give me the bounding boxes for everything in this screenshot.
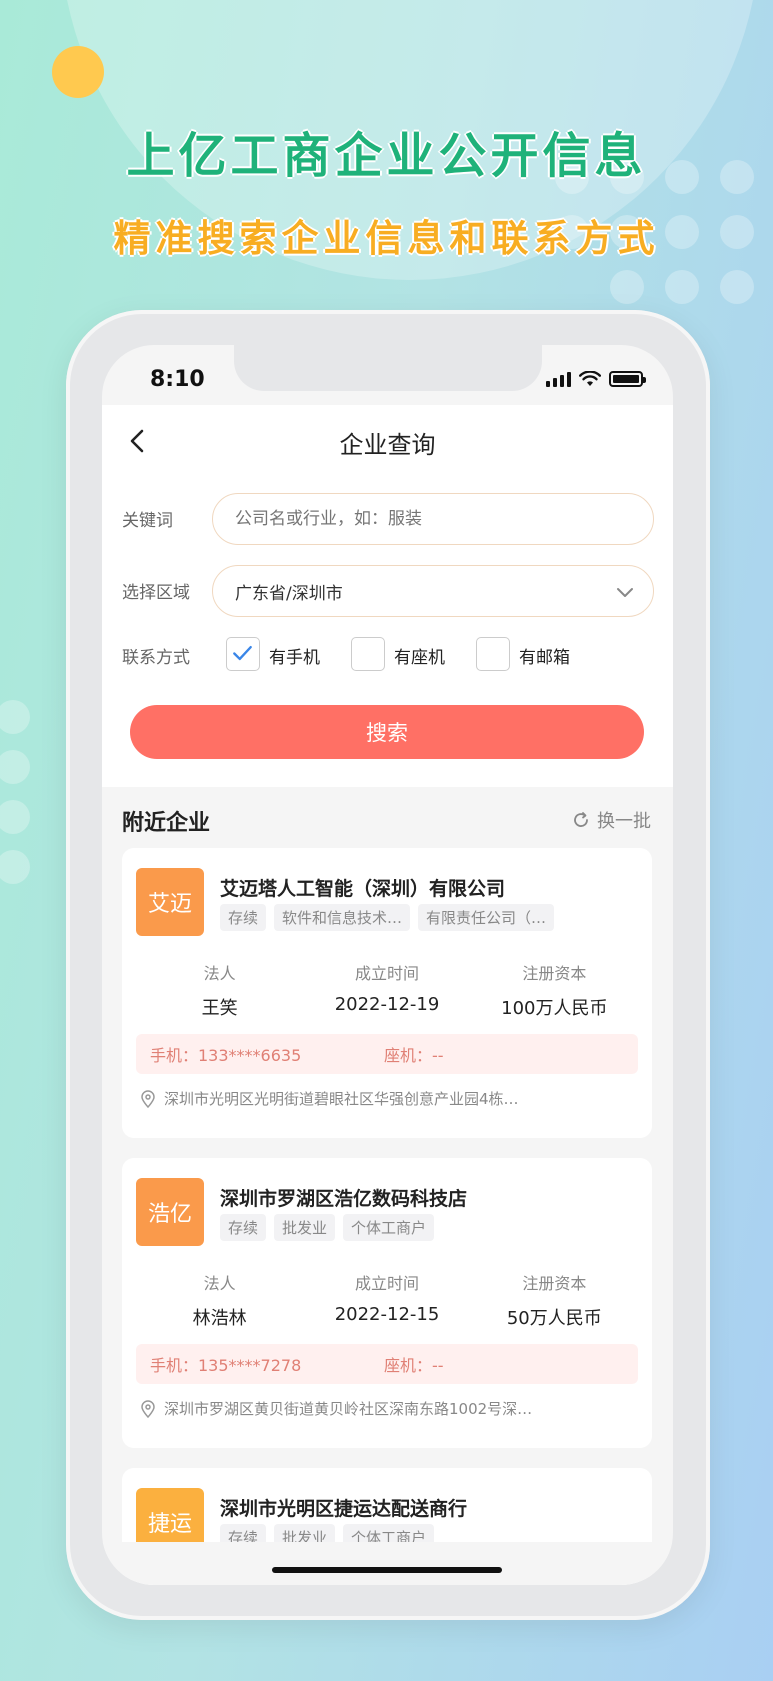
decorative-dot [52,46,104,98]
address-text: 深圳市罗湖区黄贝街道黄贝岭社区深南东路1002号深… [164,1400,533,1418]
company-tag: 有限责任公司（… [418,904,555,931]
checkbox-email[interactable] [476,637,510,671]
option-mobile-label: 有手机 [269,648,320,668]
stat-label: 法人 [203,964,236,983]
company-tag: 存续 [220,904,267,931]
chevron-down-icon [617,588,633,597]
company-card[interactable]: 艾迈 艾迈塔人工智能（深圳）有限公司 存续 软件和信息技术… 有限责任公司（… … [122,848,652,1138]
landline-number: 座机：-- [384,1356,444,1375]
keyword-input[interactable] [212,493,654,545]
section-title: 附近企业 [122,811,211,836]
stat-capital: 注册资本 50万人民币 [471,1270,638,1330]
keyword-label: 关键词 [122,511,173,531]
phone-number[interactable]: 手机：135****7278 [150,1352,301,1376]
company-stats: 法人 王笑 成立时间 2022-12-19 注册资本 100万人民币 [136,960,638,1020]
stat-label: 成立时间 [354,964,419,983]
address-text: 深圳市光明区光明街道碧眼社区华强创意产业园4栋… [164,1090,519,1108]
option-email-label: 有邮箱 [519,648,570,668]
location-pin-icon [141,1089,155,1108]
company-name: 深圳市罗湖区浩亿数码科技店 [220,1188,468,1210]
region-label: 选择区域 [122,583,190,603]
bottom-safe-area [102,1542,673,1585]
company-tags: 存续 软件和信息技术… 有限责任公司（… [220,904,555,931]
company-tags: 存续 批发业 个体工商户 [220,1214,435,1241]
company-avatar: 艾迈 [136,868,204,936]
nav-bar: 企业查询 [102,405,673,477]
company-tag: 个体工商户 [343,1214,435,1241]
refresh-button[interactable]: 换一批 [571,807,651,833]
company-address: 深圳市罗湖区黄贝街道黄贝岭社区深南东路1002号深… [140,1398,532,1419]
landline-number: 座机：-- [384,1046,444,1065]
stat-value: 林浩林 [192,1308,247,1329]
decorative-dots-left [0,690,60,910]
company-stats: 法人 林浩林 成立时间 2022-12-15 注册资本 50万人民币 [136,1270,638,1330]
phone-notch [234,345,542,391]
contact-bar: 手机：135****7278 座机：-- [136,1344,638,1384]
company-tag: 软件和信息技术… [274,904,411,931]
region-select[interactable]: 广东省/深圳市 [212,565,654,617]
region-value: 广东省/深圳市 [235,583,343,604]
stat-value: 2022-12-15 [334,1304,440,1325]
stat-value: 100万人民币 [501,998,608,1019]
company-tag: 批发业 [274,1214,336,1241]
checkbox-landline[interactable] [351,637,385,671]
stat-value: 50万人民币 [506,1308,602,1329]
battery-icon [609,371,646,387]
wifi-icon [579,371,601,386]
status-icons [546,371,646,387]
company-name: 深圳市光明区捷运达配送商行 [220,1498,468,1520]
phone-screen: 8:10 企业查询 关键词 选择区域 广东省/深圳市 联系方式 [102,345,673,1585]
stat-legal: 法人 王笑 [136,960,303,1020]
stat-legal: 法人 林浩林 [136,1270,303,1330]
checkbox-mobile[interactable] [226,637,260,671]
page-title: 企业查询 [339,431,436,459]
status-time: 8:10 [150,367,205,392]
location-pin-icon [141,1399,155,1418]
company-card[interactable]: 浩亿 深圳市罗湖区浩亿数码科技店 存续 批发业 个体工商户 法人 林浩林 成立时… [122,1158,652,1448]
refresh-label: 换一批 [597,811,651,832]
check-icon [233,645,252,661]
contact-label: 联系方式 [122,648,190,668]
stat-label: 法人 [203,1274,236,1293]
stat-date: 成立时间 2022-12-15 [303,1270,470,1330]
hero-title: 上亿工商企业公开信息 [126,128,647,184]
company-tag: 存续 [220,1214,267,1241]
search-form: 关键词 选择区域 广东省/深圳市 联系方式 有手机 有座机 有邮箱 搜索 [102,477,673,787]
phone-number[interactable]: 手机：133****6635 [150,1042,301,1066]
refresh-icon [574,812,588,827]
contact-bar: 手机：133****6635 座机：-- [136,1034,638,1074]
stat-date: 成立时间 2022-12-19 [303,960,470,1020]
stat-value: 王笑 [201,998,238,1019]
company-address: 深圳市光明区光明街道碧眼社区华强创意产业园4栋… [140,1088,519,1109]
option-landline-label: 有座机 [394,648,445,668]
stat-value: 2022-12-19 [334,994,440,1015]
stat-label: 成立时间 [354,1274,419,1293]
search-button[interactable]: 搜索 [130,705,644,759]
stat-label: 注册资本 [522,964,587,983]
hero-subtitle: 精准搜索企业信息和联系方式 [113,217,660,260]
stat-capital: 注册资本 100万人民币 [471,960,638,1020]
stat-label: 注册资本 [522,1274,587,1293]
home-indicator[interactable] [272,1567,502,1573]
company-avatar: 浩亿 [136,1178,204,1246]
company-name: 艾迈塔人工智能（深圳）有限公司 [220,878,506,900]
signal-icon [546,372,571,387]
